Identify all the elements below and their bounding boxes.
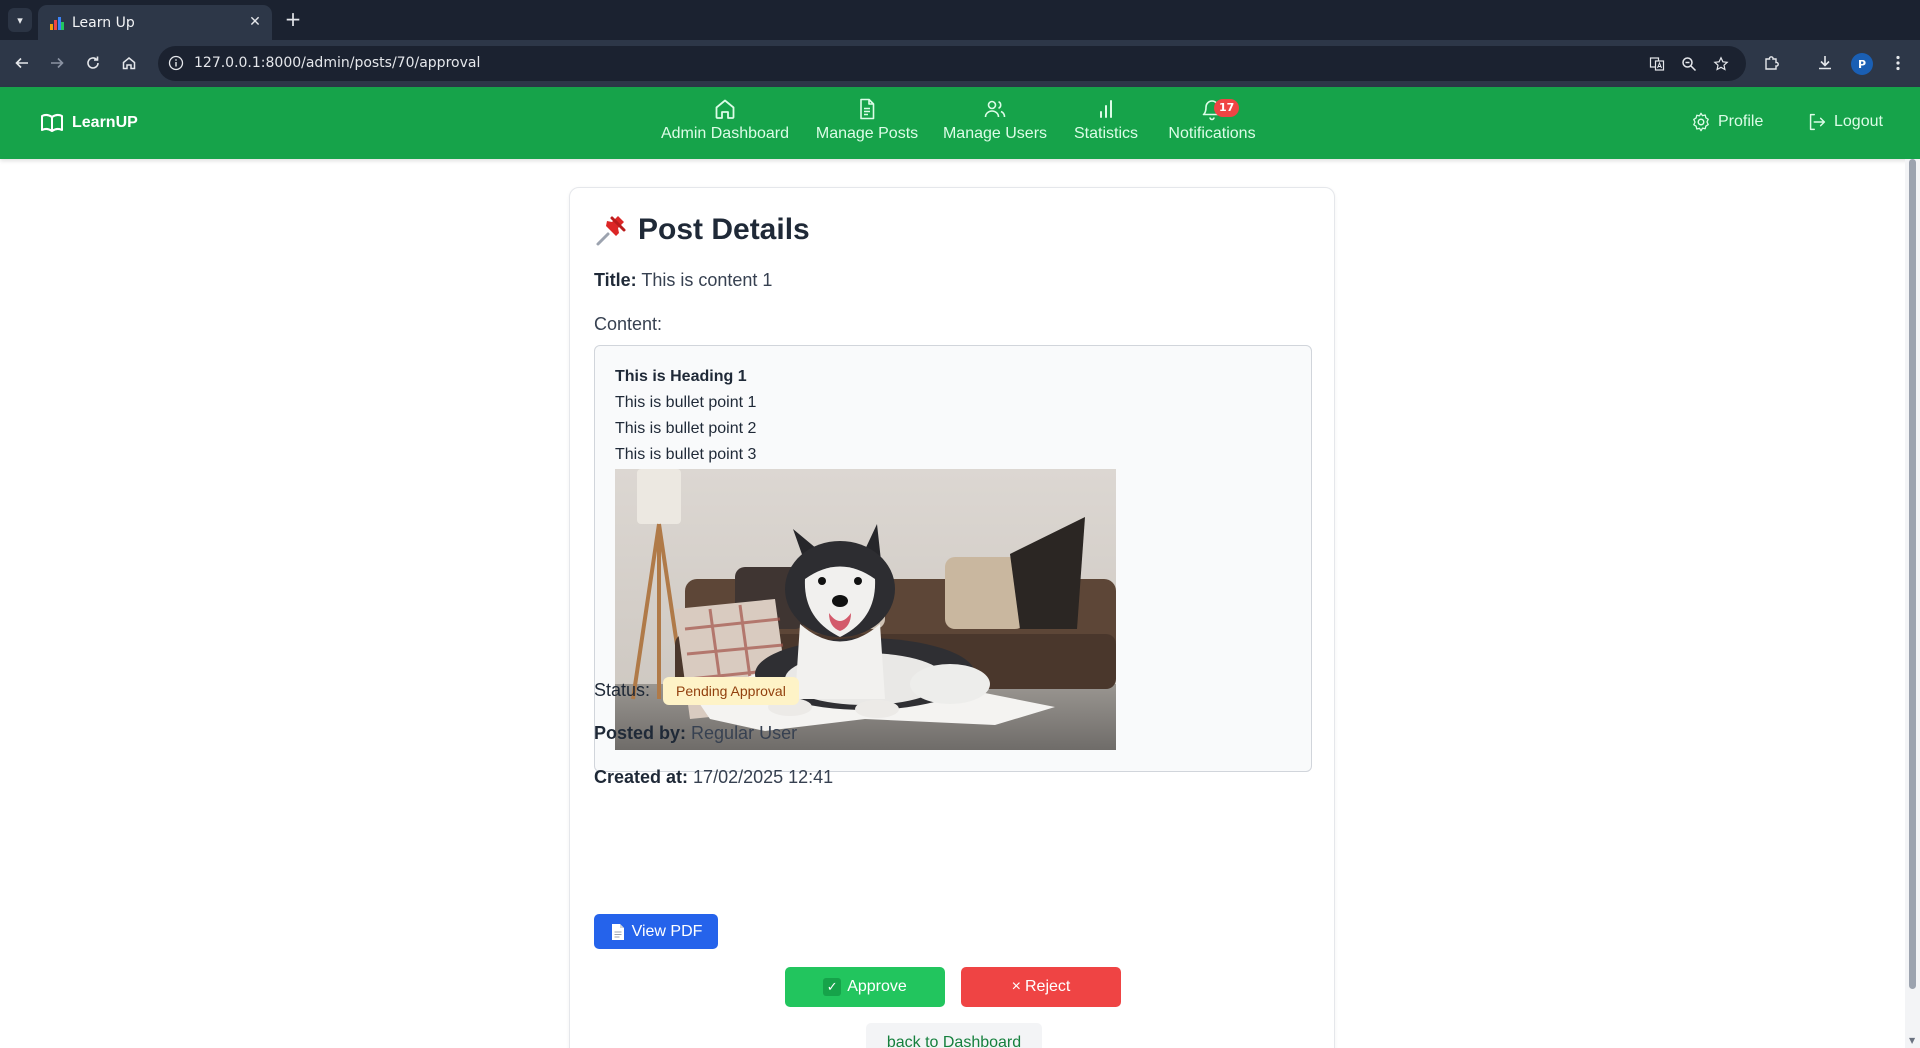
tab-title: Learn Up	[72, 15, 135, 31]
scrollbar-thumb[interactable]	[1909, 159, 1916, 989]
list-item: This is bullet point 2	[615, 420, 757, 437]
view-pdf-button[interactable]: View PDF	[594, 914, 718, 949]
nav-item-label: Statistics	[1073, 125, 1138, 142]
title-field: Title: This is content 1	[594, 270, 772, 291]
page-title: Post Details	[594, 212, 810, 248]
profile-link[interactable]: Profile	[1690, 111, 1763, 133]
page-icon	[611, 923, 624, 940]
home-browser-icon[interactable]	[116, 50, 142, 76]
home-icon	[715, 99, 735, 119]
title-value: This is content 1	[641, 270, 773, 290]
back-arrow-icon[interactable]	[9, 50, 35, 76]
post-content-box: This is Heading 1 This is bullet point 1…	[594, 345, 1312, 772]
address-bar[interactable]: 127.0.0.1:8000/admin/posts/70/approval	[158, 46, 1746, 81]
posted-by-value: Regular User	[691, 723, 798, 743]
nav-item-manage-posts[interactable]: Manage Posts	[815, 97, 919, 143]
url-text[interactable]: 127.0.0.1:8000/admin/posts/70/approval	[194, 55, 480, 71]
posted-by-field: Posted by: Regular User	[594, 723, 797, 744]
list-item: This is bullet point 1	[615, 394, 757, 411]
download-icon[interactable]	[1814, 52, 1836, 74]
brand-name: LearnUP	[72, 114, 138, 131]
nav-item-manage-users[interactable]: Manage Users	[942, 97, 1048, 143]
nav-item-label: Manage Posts	[815, 125, 919, 142]
created-at-field: Created at: 17/02/2025 12:41	[594, 767, 833, 788]
favicon-icon	[50, 17, 64, 30]
bar-chart-icon	[1100, 100, 1112, 118]
notification-count-badge: 17	[1214, 99, 1240, 117]
created-at-label: Created at:	[594, 767, 689, 787]
app-navbar: LearnUP Admin Dashboard Manage Posts Man…	[0, 87, 1920, 159]
browser-profile-avatar[interactable]: P	[1851, 53, 1873, 75]
x-mark-icon: ×	[1011, 978, 1021, 995]
nav-item-label: Notifications	[1168, 125, 1256, 142]
title-label: Title:	[594, 270, 637, 290]
nav-item-statistics[interactable]: Statistics	[1071, 97, 1141, 143]
husky-photo-illustration	[615, 469, 1116, 750]
logout-label: Logout	[1834, 113, 1883, 130]
check-mark-icon: ✓	[823, 978, 842, 996]
status-field: Status: Pending Approval	[594, 677, 799, 705]
content-label: Content:	[594, 314, 663, 334]
document-icon	[860, 98, 875, 120]
translate-icon[interactable]	[1647, 54, 1667, 74]
content-heading: This is Heading 1	[615, 368, 747, 385]
logout-icon	[1809, 113, 1826, 131]
extensions-puzzle-icon[interactable]	[1761, 52, 1783, 74]
nav-item-notifications[interactable]: Notifications 17	[1164, 97, 1260, 143]
approve-label: Approve	[847, 978, 907, 995]
site-info-icon[interactable]	[168, 55, 184, 71]
nav-item-admin-dashboard[interactable]: Admin Dashboard	[659, 97, 791, 143]
nav-item-label: Admin Dashboard	[660, 125, 790, 142]
browser-menu-dots-icon[interactable]	[1887, 52, 1909, 74]
posted-by-label: Posted by:	[594, 723, 687, 743]
view-pdf-label: View PDF	[631, 922, 703, 940]
list-item: This is bullet point 3	[615, 446, 757, 463]
new-tab-plus-icon[interactable]: +	[281, 7, 305, 31]
page-title-text: Post Details	[638, 213, 810, 246]
browser-tab[interactable]: Learn Up ✕	[38, 5, 272, 40]
bookmark-star-icon[interactable]	[1711, 54, 1731, 74]
forward-arrow-icon[interactable]	[44, 50, 70, 76]
nav-item-label: Manage Users	[942, 125, 1048, 142]
page-scrollbar[interactable]: ▼	[1905, 159, 1920, 1048]
pushpin-icon	[596, 216, 626, 246]
post-details-card: Post Details Title: This is content 1 Co…	[569, 187, 1335, 1048]
reject-label: Reject	[1024, 978, 1071, 995]
logout-link[interactable]: Logout	[1806, 111, 1883, 133]
reject-button[interactable]: × Reject	[961, 967, 1121, 1007]
reload-icon[interactable]	[80, 50, 106, 76]
approve-button[interactable]: ✓ Approve	[785, 967, 945, 1007]
back-label: back to Dashboard	[886, 1034, 1022, 1048]
post-image	[615, 469, 1116, 750]
status-badge: Pending Approval	[663, 677, 799, 705]
gear-icon	[1693, 112, 1709, 132]
profile-label: Profile	[1718, 113, 1764, 130]
created-at-value: 17/02/2025 12:41	[693, 767, 834, 787]
back-to-dashboard-button[interactable]: back to Dashboard	[866, 1023, 1042, 1048]
browser-tab-bar: ▾ Learn Up ✕ +	[0, 0, 1920, 40]
close-tab-icon[interactable]: ✕	[246, 13, 264, 31]
tab-list-chevron-icon[interactable]: ▾	[8, 8, 32, 32]
users-icon	[984, 100, 1006, 118]
browser-toolbar: 127.0.0.1:8000/admin/posts/70/approval P	[0, 40, 1920, 87]
open-book-icon	[41, 113, 63, 132]
zoom-icon[interactable]	[1679, 54, 1699, 74]
scroll-down-arrow-icon[interactable]: ▼	[1909, 1036, 1915, 1045]
brand-logo[interactable]: LearnUP	[40, 111, 138, 135]
status-label: Status:	[594, 679, 651, 700]
